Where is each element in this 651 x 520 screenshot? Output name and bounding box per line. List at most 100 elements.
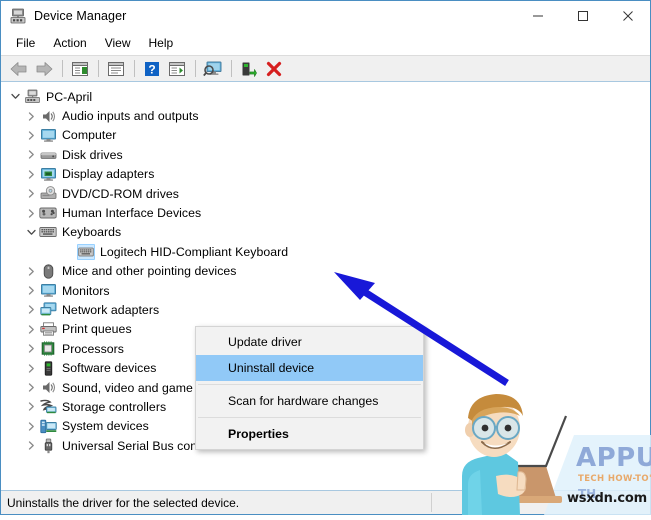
speaker-icon [39,380,57,396]
show-hide-console-tree-icon[interactable] [68,58,91,80]
menu-bar: File Action View Help [1,30,650,55]
dvd-drive-icon [39,186,57,202]
hid-icon [39,205,57,221]
status-bar: Uninstalls the driver for the selected d… [1,491,650,514]
close-button[interactable] [605,1,650,30]
chevron-down-icon[interactable] [23,223,39,242]
tree-item-label: Print queues [62,322,132,337]
monitor-icon [39,283,57,299]
tree-item[interactable]: Keyboards [1,223,650,242]
chevron-right-icon[interactable] [23,436,39,455]
keyboard-icon [39,224,57,240]
context-menu-separator [198,384,421,385]
software-device-icon [39,360,57,376]
tree-item[interactable]: Computer [1,126,650,145]
system-device-icon [39,418,57,434]
scan-for-hardware-changes-icon[interactable] [201,58,224,80]
tree-item[interactable]: Disk drives [1,145,650,164]
context-menu-item-update-driver[interactable]: Update driver [196,329,423,355]
tree-item[interactable]: Display adapters [1,165,650,184]
uninstall-device-icon[interactable] [262,58,285,80]
device-tree-panel[interactable]: PC-April Audio inputs and outputs Computer… [1,82,650,491]
status-text: Uninstalls the driver for the selected d… [7,495,240,510]
tree-item-label: DVD/CD-ROM drives [62,186,179,201]
tree-item-label: Monitors [62,283,110,298]
tree-item[interactable]: DVD/CD-ROM drives [1,184,650,203]
tree-item[interactable]: Mice and other pointing devices [1,262,650,281]
status-bar-divider [431,493,432,512]
update-driver-icon[interactable] [237,58,260,80]
tree-item[interactable]: Human Interface Devices [1,203,650,222]
chevron-right-icon[interactable] [23,145,39,164]
toolbar-separator [62,60,63,77]
chevron-right-icon[interactable] [23,378,39,397]
back-arrow-icon[interactable] [7,58,30,80]
chevron-right-icon[interactable] [23,107,39,126]
forward-arrow-icon[interactable] [32,58,55,80]
network-adapter-icon [39,302,57,318]
processor-icon [39,341,57,357]
help-icon[interactable]: ? [140,58,163,80]
window-controls [515,1,650,30]
chevron-down-icon[interactable] [7,87,23,106]
show-action-pane-icon[interactable] [165,58,188,80]
menu-help[interactable]: Help [140,33,183,53]
tree-item-label: Mice and other pointing devices [62,264,237,279]
minimize-button[interactable] [515,1,560,30]
chevron-right-icon[interactable] [23,281,39,300]
chevron-right-icon[interactable] [23,184,39,203]
context-menu-separator [198,417,421,418]
toolbar-separator [195,60,196,77]
chevron-right-icon[interactable] [23,165,39,184]
chevron-right-icon[interactable] [23,397,39,416]
monitor-icon [39,127,57,143]
title-bar: Device Manager [1,1,650,30]
svg-text:?: ? [148,62,155,76]
tree-item-label: System devices [62,419,149,434]
menu-view[interactable]: View [96,33,140,53]
speaker-icon [39,108,57,124]
toolbar-separator [231,60,232,77]
tree-item[interactable]: PC-April [1,87,650,106]
chevron-right-icon[interactable] [23,262,39,281]
device-manager-icon [9,7,27,25]
toolbar-separator [134,60,135,77]
chevron-right-icon[interactable] [23,126,39,145]
device-manager-window: Device Manager File Action View Help ? P… [0,0,651,515]
mouse-icon [39,263,57,279]
tree-item-label: PC-April [46,89,93,104]
tree-item[interactable]: Audio inputs and outputs [1,106,650,125]
context-menu: Update driver Uninstall device Scan for … [195,326,424,450]
maximize-button[interactable] [560,1,605,30]
chevron-right-icon[interactable] [23,204,39,223]
tree-item[interactable]: Network adapters [1,300,650,319]
keyboard-icon [77,243,95,260]
printer-icon [39,321,57,337]
tree-item[interactable]: Logitech HID-Compliant Keyboard [1,242,650,261]
toolbar-separator [98,60,99,77]
chevron-right-icon[interactable] [23,320,39,339]
menu-action[interactable]: Action [44,33,95,53]
context-menu-item-properties[interactable]: Properties [196,421,423,447]
chevron-right-icon[interactable] [23,300,39,319]
computer-root-icon [23,89,41,105]
context-menu-item-scan-for-hardware-changes[interactable]: Scan for hardware changes [196,388,423,414]
tree-item[interactable]: Monitors [1,281,650,300]
tree-item-label: Logitech HID-Compliant Keyboard [100,244,289,259]
watermark-url: wsxdn.com [566,491,647,506]
tree-item-label: Display adapters [62,167,155,182]
toolbar: ? [1,55,650,82]
storage-controller-icon [39,399,57,415]
usb-icon [39,438,57,454]
chevron-right-icon[interactable] [23,339,39,358]
chevron-right-icon[interactable] [23,359,39,378]
tree-item-label: Computer [62,128,117,143]
properties-panel-icon[interactable] [104,58,127,80]
menu-file[interactable]: File [7,33,44,53]
context-menu-item-uninstall-device[interactable]: Uninstall device [196,355,423,381]
tree-item-label: Audio inputs and outputs [62,109,199,124]
disk-drive-icon [39,147,57,163]
chevron-right-icon[interactable] [23,417,39,436]
display-adapter-icon [39,166,57,182]
